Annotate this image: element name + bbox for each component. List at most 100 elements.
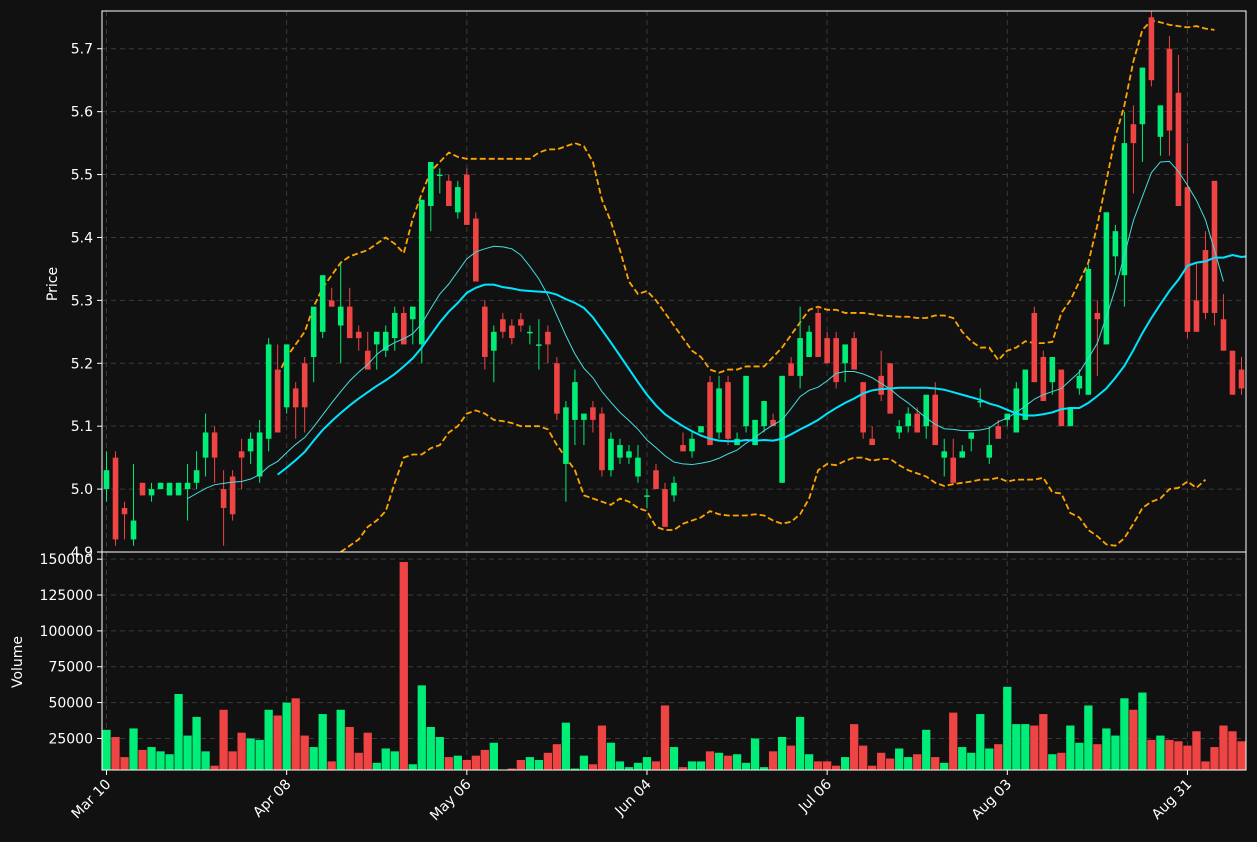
candle-body [1067, 407, 1074, 427]
volume-bar [120, 757, 129, 770]
price-tick-label: 5.6 [71, 105, 93, 121]
price-tick-label: 5.0 [71, 482, 93, 498]
volume-bar [976, 714, 985, 770]
candle-body [923, 394, 930, 427]
volume-bar [588, 764, 598, 770]
candle-body [905, 413, 911, 427]
candle-body [1031, 312, 1038, 383]
candle-body [1085, 268, 1092, 395]
volume-bar [922, 729, 931, 770]
volume-bar [696, 761, 706, 770]
volume-bar [273, 715, 282, 770]
volume-bar [1075, 742, 1084, 770]
candle-body [1058, 369, 1065, 427]
candle-body [680, 445, 686, 452]
volume-bar [138, 749, 147, 770]
volume-bar [309, 747, 318, 770]
volume-bar [859, 745, 868, 770]
candle-body [1166, 48, 1173, 131]
candle-body [662, 489, 668, 527]
candle-body [265, 344, 272, 439]
volume-tick-label: 125000 [40, 588, 93, 604]
volume-bar [1039, 714, 1048, 770]
candle-body [211, 432, 218, 458]
candle-body [121, 507, 128, 515]
volume-bar [300, 735, 309, 770]
candle-body [1139, 67, 1146, 125]
volume-bar [390, 751, 399, 770]
volume-bar [1066, 725, 1075, 770]
volume-bar [1210, 747, 1219, 770]
volume-bar [471, 755, 480, 770]
candle-body [518, 319, 524, 326]
candle-body [482, 306, 488, 357]
volume-bar [1012, 724, 1021, 770]
candle-body [941, 451, 948, 458]
volume-bar [1093, 744, 1102, 770]
volume-bar [345, 726, 354, 770]
candle-body [1229, 350, 1236, 395]
volume-bar [1165, 739, 1174, 770]
price-axis-title: Price [45, 267, 61, 301]
candle-body [1148, 17, 1155, 81]
volume-bar [822, 761, 832, 770]
volume-bar [129, 728, 138, 770]
candle-body [968, 432, 975, 439]
candle-body [256, 432, 263, 477]
candle-body [491, 331, 497, 351]
volume-bar [1057, 752, 1066, 770]
volume-bar [282, 702, 291, 770]
volume-bar [606, 742, 616, 770]
candle-body [842, 344, 848, 364]
volume-bar [967, 752, 976, 770]
volume-bar [868, 765, 877, 770]
volume-bar [210, 765, 219, 770]
volume-bar [804, 754, 814, 770]
volume-bar [841, 757, 850, 770]
candle-body [184, 482, 191, 490]
candle-body [238, 451, 245, 458]
candle-body [698, 426, 704, 433]
volume-bar [1030, 725, 1039, 770]
volume-bar [877, 752, 886, 770]
volume-bar [327, 761, 336, 770]
volume-bar [489, 742, 498, 770]
volume-tick-label: 50000 [48, 696, 93, 712]
candle-body [797, 338, 803, 376]
candle-body [1211, 180, 1218, 313]
volume-bar [895, 748, 904, 770]
candle-body [1193, 300, 1200, 332]
volume-tick-label: 150000 [40, 552, 93, 568]
volume-bar [913, 754, 922, 770]
volume-bar [669, 747, 679, 770]
candle-body [1076, 375, 1083, 389]
candle-body [391, 312, 398, 339]
candle-body [995, 426, 1002, 439]
volume-bar [543, 752, 553, 770]
candle-body [599, 413, 605, 471]
candle-body [283, 344, 290, 408]
candle-body [527, 331, 533, 334]
candle-body [1220, 319, 1227, 351]
volume-bar [642, 757, 652, 770]
candle-body [824, 338, 830, 364]
price-tick-label: 5.7 [71, 42, 93, 58]
volume-bar [651, 761, 661, 770]
volume-bar [732, 754, 742, 770]
volume-bar [552, 744, 562, 770]
volume-bar [111, 737, 120, 770]
volume-bar [399, 562, 408, 770]
volume-bar [237, 732, 246, 770]
candle-body [1238, 369, 1245, 389]
volume-bar [985, 748, 994, 770]
candle-body [1094, 312, 1101, 320]
candle-body [464, 174, 470, 225]
candle-body [328, 300, 335, 307]
candle-body [761, 401, 767, 427]
candle-body [202, 432, 209, 458]
candle-body [1157, 105, 1164, 137]
volume-bar [480, 749, 489, 770]
price-tick-label: 5.4 [71, 230, 93, 246]
candle-body [157, 482, 164, 490]
volume-bar [723, 755, 733, 770]
